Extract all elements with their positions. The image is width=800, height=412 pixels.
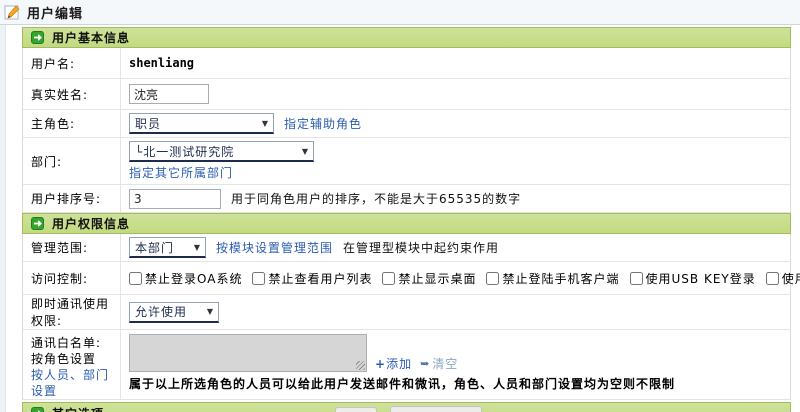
manage-scope-label: 管理范围: — [23, 234, 121, 261]
partial-button-right[interactable] — [390, 406, 482, 412]
manage-scope-select[interactable]: 本部门 — [129, 237, 206, 258]
checkbox-forbid-view-userlist[interactable]: 禁止查看用户列表 — [252, 270, 372, 287]
edit-pencil-icon — [4, 4, 21, 21]
department-label: 部门: — [23, 138, 121, 184]
assign-aux-role-link[interactable]: 指定辅助角色 — [284, 115, 362, 132]
row-manage-scope: 管理范围: 本部门 按模块设置管理范围 在管理型模块中起约束作用 — [22, 234, 791, 262]
section-header-basic-info: 用户基本信息 — [22, 27, 791, 48]
fingerprint-checkbox[interactable] — [766, 272, 779, 285]
set-by-people-dept-link[interactable]: 按人员、部门设置 — [31, 367, 116, 399]
row-main-role: 主角色: 职员 指定辅助角色 — [22, 110, 791, 138]
plus-icon: + — [375, 357, 386, 371]
main-role-selected: 职员 — [135, 115, 161, 132]
department-select[interactable]: └北一测试研究院 — [129, 141, 314, 162]
user-edit-form: 用户基本信息 用户名: shenliang 真实姓名: 主角色: 职员 指定辅助… — [22, 27, 791, 412]
row-sort-order: 用户排序号: 用于同角色用户的排序，不能是大于65535的数字 — [22, 185, 791, 213]
assign-other-dept-link[interactable]: 指定其它所属部门 — [129, 164, 233, 181]
left-margin-strip — [0, 25, 6, 412]
department-selected: └北一测试研究院 — [135, 143, 234, 160]
clear-roles-link[interactable]: ➥清空 — [420, 355, 458, 372]
partial-button-left[interactable] — [335, 407, 377, 412]
realname-label: 真实姓名: — [23, 79, 121, 109]
add-role-link[interactable]: +添加 — [375, 355, 412, 372]
row-access-control: 访问控制: 禁止登录OA系统 禁止查看用户列表 禁止显示桌面 禁止登陆手机客户端 — [22, 262, 791, 295]
checkbox-forbid-oa-login[interactable]: 禁止登录OA系统 — [129, 270, 242, 287]
row-department: 部门: └北一测试研究院 指定其它所属部门 — [22, 138, 791, 185]
forbid-view-userlist-checkbox[interactable] — [252, 272, 265, 285]
section-title: 用户权限信息 — [52, 215, 130, 232]
checkbox-forbid-mobile-login[interactable]: 禁止登陆手机客户端 — [486, 270, 619, 287]
page-title: 用户编辑 — [27, 3, 83, 22]
sort-order-hint: 用于同角色用户的排序，不能是大于65535的数字 — [231, 190, 521, 207]
sort-order-label: 用户排序号: — [23, 185, 121, 212]
whitelist-by-role-label: 按角色设置 — [31, 351, 96, 367]
username-value: shenliang — [129, 56, 194, 70]
usb-key-login-checkbox[interactable] — [630, 272, 643, 285]
manage-scope-selected: 本部门 — [135, 239, 174, 256]
section-title: 其它选项 — [52, 405, 104, 412]
im-permission-select[interactable]: 允许使用 — [129, 302, 219, 323]
access-control-label: 访问控制: — [23, 262, 121, 294]
manage-scope-note: 在管理型模块中起约束作用 — [343, 239, 499, 256]
realname-input[interactable] — [129, 84, 209, 104]
checkbox-usb-key-login[interactable]: 使用USB KEY登录 — [630, 270, 756, 287]
main-role-label: 主角色: — [23, 110, 121, 137]
page-header: 用户编辑 — [0, 0, 800, 25]
green-arrow-icon — [31, 407, 44, 412]
row-realname: 真实姓名: — [22, 79, 791, 110]
im-permission-selected: 允许使用 — [135, 303, 187, 320]
forbid-oa-login-checkbox[interactable] — [129, 272, 142, 285]
user-edit-page: 用户编辑 用户基本信息 用户名: shenliang 真实姓名: 主角色: — [0, 0, 800, 412]
im-permission-label: 即时通讯使用权限: — [23, 295, 121, 329]
checkbox-forbid-desktop[interactable]: 禁止显示桌面 — [382, 270, 476, 287]
whitelist-label: 通讯白名单: — [31, 335, 101, 351]
whitelist-note: 属于以上所选角色的人员可以给此用户发送邮件和微讯，角色、人员和部门设置均为空则不… — [129, 375, 675, 392]
green-arrow-icon — [31, 31, 44, 44]
module-scope-link[interactable]: 按模块设置管理范围 — [216, 239, 333, 256]
section-title: 用户基本信息 — [52, 29, 130, 46]
sort-order-input[interactable] — [129, 189, 221, 209]
whitelist-roles-textarea[interactable] — [129, 334, 367, 372]
whitelist-label-block: 通讯白名单: 按角色设置 按人员、部门设置 — [23, 330, 121, 399]
green-arrow-icon — [31, 217, 44, 230]
forbid-mobile-login-checkbox[interactable] — [486, 272, 499, 285]
clear-icon: ➥ — [420, 357, 430, 370]
forbid-desktop-checkbox[interactable] — [382, 272, 395, 285]
checkbox-fingerprint[interactable]: 使用指纹验证 — [766, 270, 800, 287]
row-username: 用户名: shenliang — [22, 48, 791, 79]
row-whitelist: 通讯白名单: 按角色设置 按人员、部门设置 +添加 ➥清空 属于以上所选角色的人… — [22, 330, 791, 400]
username-label: 用户名: — [23, 48, 121, 78]
row-im-permission: 即时通讯使用权限: 允许使用 — [22, 295, 791, 330]
main-role-select[interactable]: 职员 — [129, 113, 274, 134]
section-header-permission-info: 用户权限信息 — [22, 213, 791, 234]
